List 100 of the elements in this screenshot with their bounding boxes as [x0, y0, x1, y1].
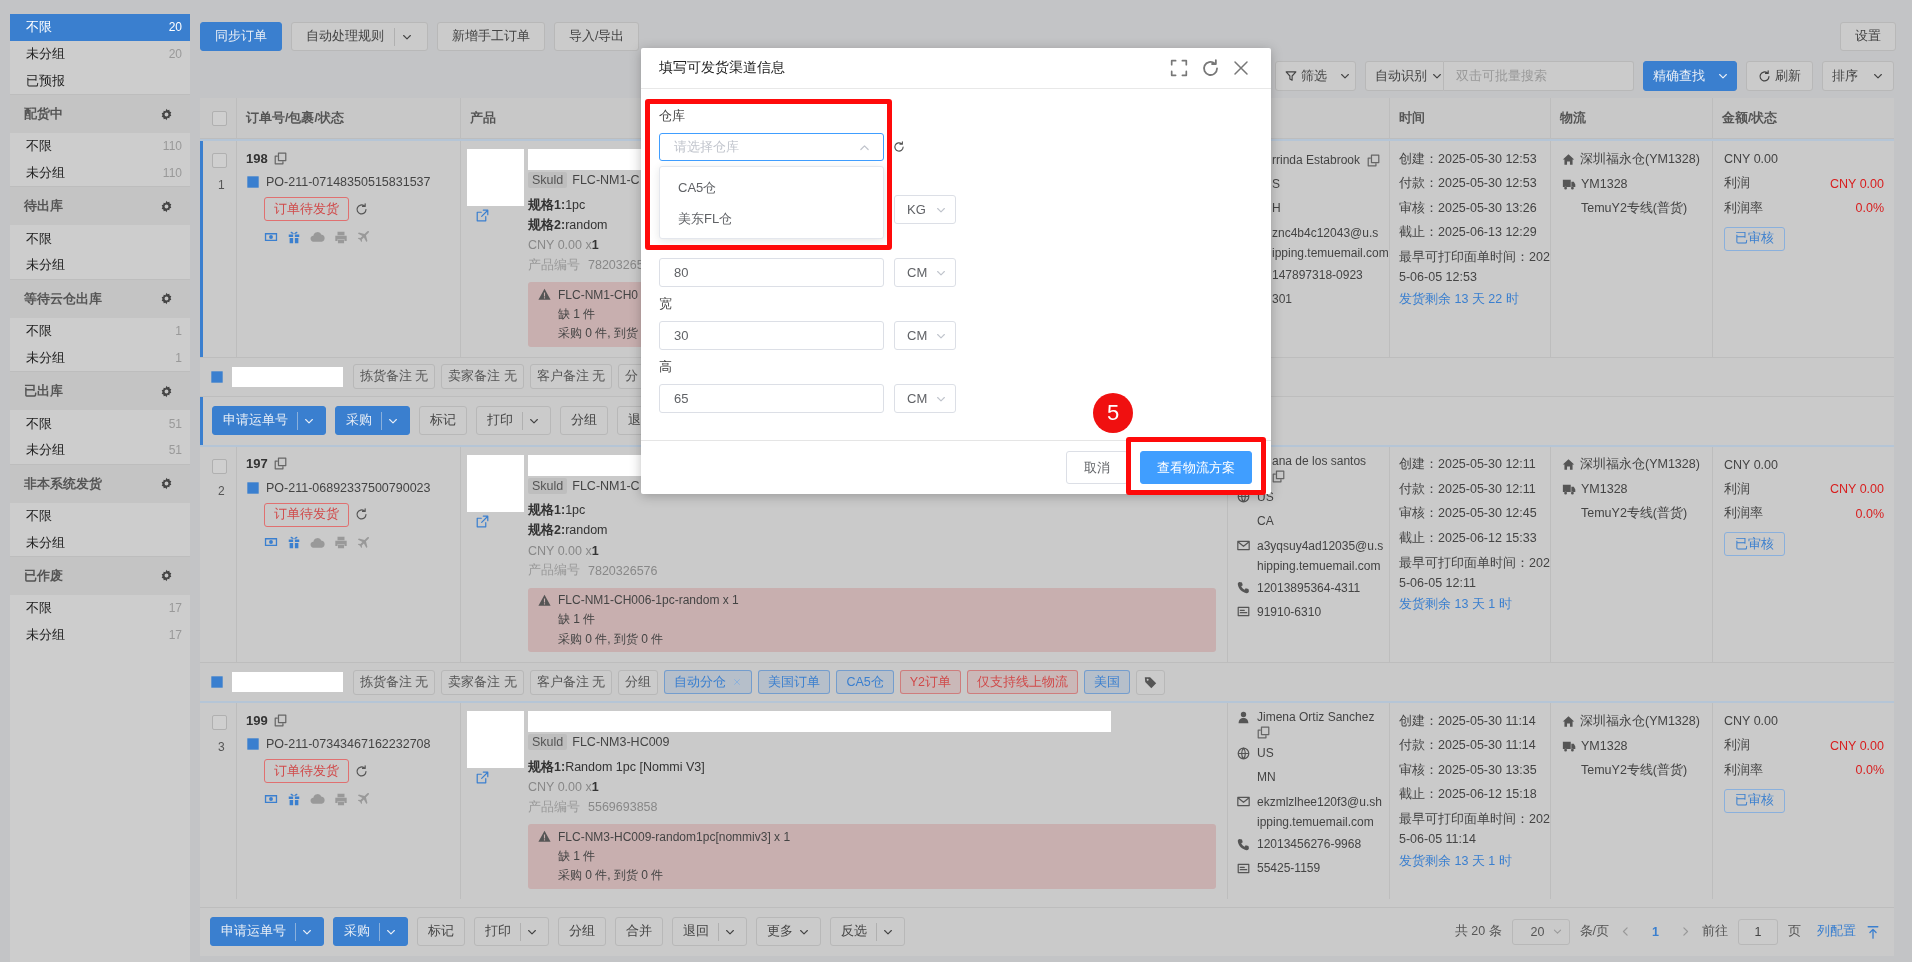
sidebar-item[interactable]: 不限	[10, 225, 190, 253]
action-button[interactable]: 更多	[756, 917, 821, 946]
refresh-icon[interactable]	[355, 202, 368, 216]
action-button[interactable]: 标记	[417, 917, 465, 946]
cloud-upload-icon[interactable]	[310, 229, 325, 244]
external-link-icon[interactable]	[476, 771, 489, 784]
external-link-icon[interactable]	[476, 514, 489, 528]
time-text: 审核：2025-05-30 12:45	[1399, 505, 1538, 523]
copy-icon[interactable]	[273, 713, 287, 727]
select-all-checkbox[interactable]	[212, 110, 227, 126]
profit-label: 利润	[1724, 480, 1750, 498]
action-button[interactable]: 合并	[615, 917, 663, 946]
refresh-icon[interactable]	[355, 508, 368, 521]
row-checkbox[interactable]	[212, 153, 227, 168]
gift-icon[interactable]	[287, 535, 301, 549]
action-button[interactable]: 分组	[558, 917, 606, 946]
price-text: CNY 0.00 x	[528, 543, 592, 558]
copy-icon[interactable]	[1257, 726, 1270, 739]
copy-icon[interactable]	[273, 151, 287, 165]
row-checkbox[interactable]	[212, 458, 227, 474]
fullscreen-icon[interactable]	[1170, 59, 1188, 77]
action-button[interactable]: 打印	[476, 406, 551, 435]
settings-icon[interactable]	[160, 569, 173, 583]
order-number: 199	[246, 712, 268, 728]
action-button[interactable]: 分组	[560, 406, 608, 435]
note-button[interactable]: 客户备注 无	[529, 364, 613, 389]
refresh-button[interactable]: 刷新	[1746, 61, 1813, 91]
unit-select[interactable]: CM	[894, 258, 956, 287]
note-button[interactable]: 拣货备注 无	[353, 364, 436, 389]
page-input[interactable]: 1	[1738, 918, 1778, 945]
print-icon[interactable]	[334, 791, 348, 806]
sidebar-item[interactable]: 未分组	[10, 529, 190, 556]
banknote-icon[interactable]	[264, 535, 278, 549]
sku-label: Skuld	[528, 172, 568, 188]
cloud-upload-icon[interactable]	[310, 791, 325, 806]
sidebar-item[interactable]: 已预报	[10, 67, 190, 95]
close-icon[interactable]	[1233, 60, 1249, 76]
gift-icon[interactable]	[287, 791, 301, 806]
page-size-select[interactable]: 20	[1511, 918, 1570, 945]
airplane-icon[interactable]	[357, 230, 370, 243]
action-button[interactable]: 采购	[333, 917, 408, 946]
airplane-icon[interactable]	[357, 535, 370, 549]
dropdown-option[interactable]: 美东FL仓	[660, 203, 883, 234]
copy-icon[interactable]	[1272, 469, 1285, 483]
toolbar-button[interactable]: 自动处理规则	[291, 22, 428, 51]
copy-icon[interactable]	[273, 457, 287, 470]
action-button[interactable]: 申请运单号	[210, 917, 324, 946]
input-field[interactable]: 30	[659, 321, 884, 350]
unit-select[interactable]: KG	[894, 195, 956, 224]
search-button[interactable]: 精确查找	[1643, 61, 1737, 91]
settings-icon[interactable]	[160, 199, 173, 213]
copy-icon[interactable]	[1367, 153, 1381, 167]
action-button[interactable]: 申请运单号	[212, 406, 326, 435]
tag-button[interactable]	[1136, 669, 1166, 695]
note-button[interactable]: 拣货备注 无	[353, 669, 436, 695]
gift-icon[interactable]	[287, 229, 301, 244]
settings-icon[interactable]	[160, 292, 173, 306]
settings-icon[interactable]	[160, 477, 173, 491]
back-to-top-icon[interactable]	[1866, 924, 1880, 939]
external-link-icon[interactable]	[476, 209, 489, 222]
item-label: 不限	[26, 18, 52, 37]
refresh-icon[interactable]	[355, 764, 368, 778]
dropdown-option[interactable]: CA5仓	[660, 172, 883, 203]
toolbar-button[interactable]: 新增手工订单	[437, 22, 545, 51]
note-button[interactable]: 卖家备注 无	[441, 364, 524, 389]
print-icon[interactable]	[334, 229, 348, 244]
address-card-icon	[1237, 861, 1250, 875]
action-button[interactable]: 退回	[672, 917, 747, 946]
action-button[interactable]: 标记	[419, 406, 467, 435]
toolbar-button[interactable]: 同步订单	[200, 22, 282, 51]
airplane-icon[interactable]	[357, 792, 370, 805]
sidebar-item[interactable]: 未分组	[10, 252, 190, 279]
sidebar-item[interactable]: 不限	[10, 502, 190, 530]
note-button[interactable]: 分组	[618, 669, 659, 695]
unit-select[interactable]: CM	[894, 321, 956, 350]
settings-button[interactable]: 设置	[1840, 22, 1896, 51]
dialog-button[interactable]: 取消	[1066, 451, 1128, 484]
filter-button[interactable]: 筛选	[1275, 61, 1356, 91]
action-button[interactable]: 反选	[830, 917, 905, 946]
refresh-icon[interactable]	[893, 141, 905, 153]
item-label: 不限	[26, 229, 52, 248]
search-mode-select[interactable]: 自动识别	[1365, 61, 1444, 91]
page-size-label: 条/页	[1579, 923, 1610, 940]
input-field[interactable]: 80	[659, 258, 884, 287]
action-button[interactable]: 打印	[474, 917, 549, 946]
input-field[interactable]: 65	[659, 384, 884, 413]
row-checkbox[interactable]	[212, 715, 227, 730]
note-button[interactable]: 客户备注 无	[529, 669, 613, 695]
sidebar-item[interactable]: 不限 20	[10, 14, 190, 41]
settings-icon[interactable]	[160, 384, 173, 398]
toolbar-button[interactable]: 导入/导出	[554, 22, 640, 51]
unit-select[interactable]: CM	[894, 384, 956, 413]
customer-detail: 12013456276-9968	[1257, 837, 1362, 851]
action-button[interactable]: 采购	[335, 406, 410, 435]
refresh-icon[interactable]	[1201, 58, 1220, 78]
item-label: 未分组	[26, 348, 65, 367]
settings-icon[interactable]	[160, 107, 173, 121]
sort-select[interactable]: 排序	[1822, 61, 1894, 91]
print-icon[interactable]	[334, 535, 348, 549]
note-button[interactable]: 卖家备注 无	[441, 669, 524, 695]
